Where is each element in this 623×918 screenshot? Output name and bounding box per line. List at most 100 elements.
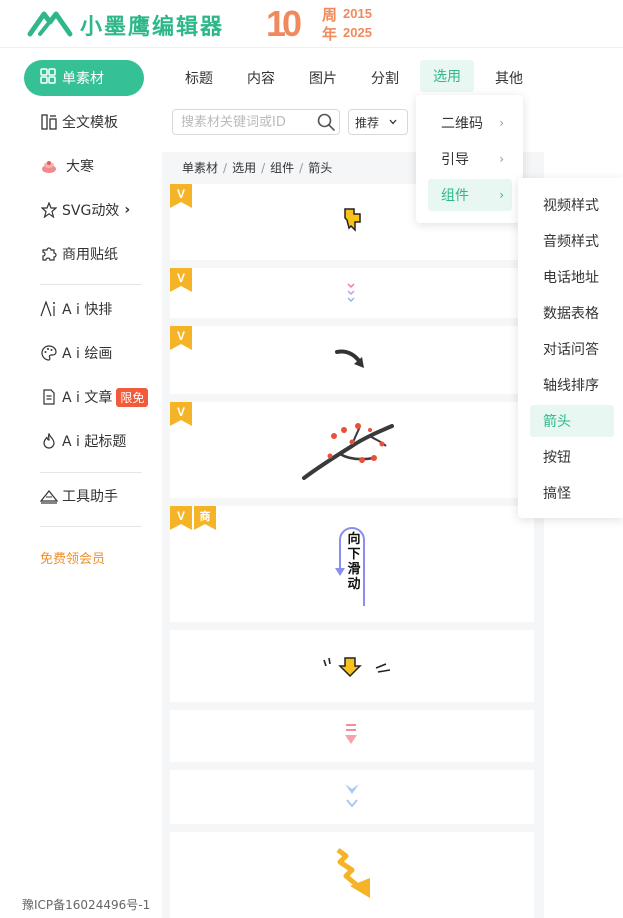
material-card[interactable]: V [170, 268, 534, 318]
sidebar-divider [40, 472, 142, 473]
sidebar-item-single-material[interactable]: 单素材 [24, 60, 144, 96]
menu-item-label: 组件 [441, 188, 469, 204]
sidebar-item-svg-effects[interactable]: SVG动效 › [40, 198, 130, 222]
sidebar-item-full-template[interactable]: 全文模板 [40, 110, 118, 134]
anniversary-char-2: 年 [322, 25, 338, 43]
sidebar-item-ai-painting[interactable]: A i 绘画 [40, 341, 112, 365]
svg-text:V: V [177, 271, 185, 285]
vip-tag-icon: V [170, 184, 192, 208]
sidebar-divider [40, 526, 142, 527]
star-icon [40, 201, 58, 219]
material-card[interactable]: V [170, 402, 534, 498]
app-header: 小墨鹰编辑器 10 周 年 2015 2025 [0, 0, 623, 48]
svg-text:V: V [177, 329, 185, 343]
menu-item-components[interactable]: 组件 › [428, 179, 512, 211]
breadcrumb-item[interactable]: 单素材 [182, 161, 218, 175]
sidebar-item-label: 单素材 [62, 71, 104, 87]
limited-free-badge: 限免 [116, 387, 149, 407]
sidebar: 单素材 全文模板 大寒 SVG动效 › 商用贴纸 A i 快排 A i 绘画 A… [0, 48, 162, 918]
sidebar-item-label: 工具助手 [62, 489, 118, 505]
svg-text:V: V [177, 405, 185, 419]
material-card[interactable] [170, 630, 534, 702]
menu-item-arrow[interactable]: 箭头 [530, 405, 614, 437]
menu-item-dialogue-qa[interactable]: 对话问答 [530, 333, 614, 365]
sidebar-item-ai-layout[interactable]: A i 快排 [40, 297, 112, 321]
tab-content[interactable]: 内容 [247, 68, 275, 88]
tools-icon [40, 487, 58, 505]
pointing-hand-icon [344, 208, 361, 232]
menu-item-phone-address[interactable]: 电话地址 [530, 261, 614, 293]
menu-item-funny[interactable]: 搞怪 [530, 477, 614, 509]
logo-icon[interactable] [26, 8, 74, 40]
material-card[interactable]: V 商 向下滑动 [170, 506, 534, 622]
tab-title[interactable]: 标题 [185, 68, 213, 88]
select-submenu: 二维码 › 引导 › 组件 › [416, 95, 523, 223]
sidebar-item-ai-title[interactable]: A i 起标题 [40, 429, 126, 453]
sidebar-item-label: A i 文章 [62, 390, 113, 406]
tab-other[interactable]: 其他 [495, 68, 523, 88]
material-card[interactable] [170, 832, 534, 918]
material-card[interactable]: V [170, 326, 534, 394]
anniversary-number: 10 [266, 3, 302, 44]
material-card[interactable] [170, 710, 534, 762]
search-input[interactable] [172, 109, 340, 135]
chevron-right-icon: › [124, 202, 131, 218]
sidebar-item-label: SVG动效 [62, 203, 120, 219]
menu-item-timeline[interactable]: 轴线排序 [530, 369, 614, 401]
sidebar-item-festival[interactable]: 大寒 [40, 154, 94, 178]
blue-chevron-icon [345, 784, 359, 808]
sidebar-item-ai-article[interactable]: A i 文章 限免 [40, 385, 149, 409]
menu-item-guide[interactable]: 引导 › [428, 143, 512, 175]
menu-item-audio-style[interactable]: 音频样式 [530, 225, 614, 257]
sidebar-item-label: 大寒 [66, 159, 94, 175]
vip-tag-icon: V [170, 402, 192, 426]
chevron-right-icon: › [499, 188, 504, 202]
vip-tag-icon: V [170, 268, 192, 292]
breadcrumb-item[interactable]: 组件 [270, 161, 294, 175]
palette-icon [40, 344, 58, 362]
free-vip-link[interactable]: 免费领会员 [40, 548, 105, 567]
chevron-right-icon: › [499, 116, 504, 130]
commercial-tag-icon: 商 [194, 506, 216, 530]
icp-number[interactable]: 豫ICP备16024496号-1 [22, 896, 150, 913]
search-icon[interactable] [316, 112, 336, 132]
sort-select[interactable]: 推荐 [348, 109, 408, 135]
menu-item-label: 二维码 [441, 116, 483, 132]
material-card[interactable] [170, 770, 534, 824]
sidebar-item-label: 全文模板 [62, 115, 118, 131]
menu-item-button[interactable]: 按钮 [530, 441, 614, 473]
grid-icon [40, 68, 56, 88]
sidebar-divider [40, 284, 142, 285]
bouncing-arrow-icon [323, 657, 391, 678]
sidebar-item-label: A i 快排 [62, 302, 113, 318]
sort-value: 推荐 [355, 115, 380, 130]
tab-image[interactable]: 图片 [309, 68, 337, 88]
flame-icon [40, 432, 58, 450]
puzzle-icon [40, 245, 58, 263]
menu-item-video-style[interactable]: 视频样式 [530, 189, 614, 221]
svg-text:V: V [177, 509, 185, 523]
festival-icon [40, 157, 58, 175]
components-submenu: 视频样式 音频样式 电话地址 数据表格 对话问答 轴线排序 箭头 按钮 搞怪 [518, 178, 623, 518]
tab-select[interactable]: 选用 [420, 60, 474, 92]
breadcrumb-item[interactable]: 选用 [232, 161, 256, 175]
pink-arrow-icon [345, 724, 357, 744]
sidebar-item-tools[interactable]: 工具助手 [40, 484, 118, 508]
chevron-down-icon [389, 119, 397, 125]
anniversary-year-start: 2015 [343, 6, 372, 21]
vip-tag-icon: V [170, 326, 192, 350]
menu-item-data-table[interactable]: 数据表格 [530, 297, 614, 329]
sidebar-item-label: 商用贴纸 [62, 247, 118, 263]
ai-layout-icon [40, 300, 58, 318]
sidebar-item-label: A i 起标题 [62, 434, 127, 450]
sidebar-item-commercial-stickers[interactable]: 商用贴纸 [40, 242, 118, 266]
breadcrumb: 单素材 / 选用 / 组件 / 箭头 [182, 161, 333, 175]
menu-item-qrcode[interactable]: 二维码 › [428, 107, 512, 139]
anniversary-badge: 10 周 年 2015 2025 [266, 3, 386, 45]
tab-divider[interactable]: 分割 [371, 68, 399, 88]
anniversary-char-1: 周 [322, 6, 338, 24]
svg-text:V: V [177, 187, 185, 201]
brand-name[interactable]: 小墨鹰编辑器 [80, 9, 224, 41]
dotted-arrow-icon [347, 283, 355, 303]
menu-item-label: 引导 [441, 152, 469, 168]
